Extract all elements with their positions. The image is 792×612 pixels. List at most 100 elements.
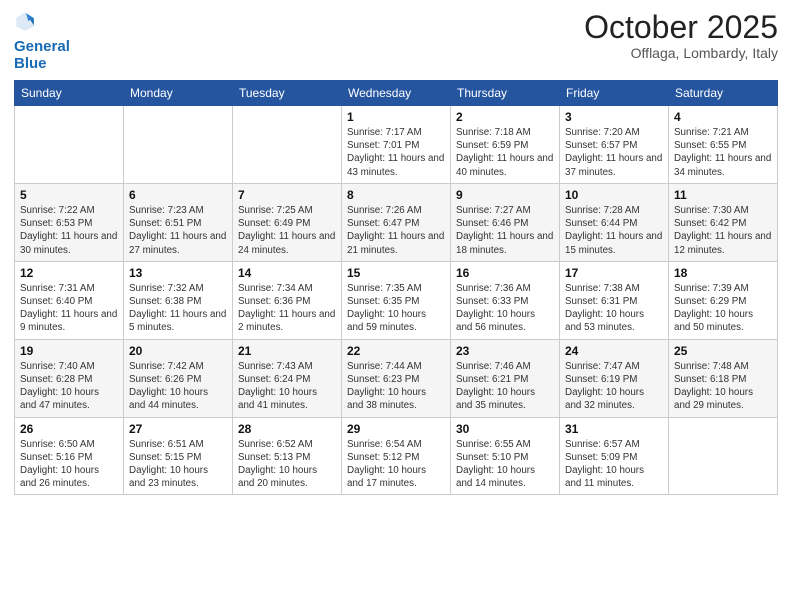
logo-line2: Blue [14, 55, 47, 72]
title-block: October 2025 Offlaga, Lombardy, Italy [584, 10, 778, 61]
calendar-cell: 19 Sunrise: 7:40 AM Sunset: 6:28 PM Dayli… [15, 339, 124, 417]
day-info: Sunrise: 6:51 AM Sunset: 5:15 PM Dayligh… [129, 438, 227, 491]
logo-icon [14, 10, 36, 32]
calendar-cell: 29 Sunrise: 6:54 AM Sunset: 5:12 PM Dayli… [342, 417, 451, 495]
calendar-cell: 14 Sunrise: 7:34 AM Sunset: 6:36 PM Dayli… [233, 261, 342, 339]
weekday-thursday: Thursday [451, 81, 560, 106]
day-info: Sunrise: 7:38 AM Sunset: 6:31 PM Dayligh… [565, 282, 663, 335]
day-number: 30 [456, 422, 554, 436]
weekday-monday: Monday [124, 81, 233, 106]
location-title: Offlaga, Lombardy, Italy [584, 45, 778, 61]
day-number: 25 [674, 344, 772, 358]
day-info: Sunrise: 6:54 AM Sunset: 5:12 PM Dayligh… [347, 438, 445, 491]
logo-text: General Blue [14, 39, 70, 72]
day-number: 19 [20, 344, 118, 358]
calendar-cell: 22 Sunrise: 7:44 AM Sunset: 6:23 PM Dayli… [342, 339, 451, 417]
day-number: 10 [565, 188, 663, 202]
day-info: Sunrise: 7:48 AM Sunset: 6:18 PM Dayligh… [674, 360, 772, 413]
day-number: 2 [456, 110, 554, 124]
day-info: Sunrise: 6:52 AM Sunset: 5:13 PM Dayligh… [238, 438, 336, 491]
calendar-cell: 18Sunrise: 7:39 AM Sunset: 6:29 PM Dayli… [669, 261, 778, 339]
calendar-cell: 24Sunrise: 7:47 AM Sunset: 6:19 PM Dayli… [560, 339, 669, 417]
weekday-tuesday: Tuesday [233, 81, 342, 106]
calendar-cell: 16 Sunrise: 7:36 AM Sunset: 6:33 PM Dayli… [451, 261, 560, 339]
calendar-cell: 10 Sunrise: 7:28 AM Sunset: 6:44 PM Dayli… [560, 183, 669, 261]
calendar-cell: 12 Sunrise: 7:31 AM Sunset: 6:40 PM Dayli… [15, 261, 124, 339]
weekday-friday: Friday [560, 81, 669, 106]
day-number: 29 [347, 422, 445, 436]
day-number: 22 [347, 344, 445, 358]
weekday-header-row: SundayMondayTuesdayWednesdayThursdayFrid… [15, 81, 778, 106]
calendar-cell: 30 Sunrise: 6:55 AM Sunset: 5:10 PM Dayli… [451, 417, 560, 495]
day-info: Sunrise: 7:18 AM Sunset: 6:59 PM Dayligh… [456, 126, 554, 179]
logo: General Blue [14, 10, 70, 72]
calendar-cell: 31 Sunrise: 6:57 AM Sunset: 5:09 PM Dayli… [560, 417, 669, 495]
calendar-cell: 1Sunrise: 7:17 AM Sunset: 7:01 PM Daylig… [342, 106, 451, 184]
calendar-cell: 3 Sunrise: 7:20 AM Sunset: 6:57 PM Daylig… [560, 106, 669, 184]
day-info: Sunrise: 7:32 AM Sunset: 6:38 PM Dayligh… [129, 282, 227, 335]
day-info: Sunrise: 7:40 AM Sunset: 6:28 PM Dayligh… [20, 360, 118, 413]
calendar-cell [669, 417, 778, 495]
day-number: 14 [238, 266, 336, 280]
day-info: Sunrise: 6:57 AM Sunset: 5:09 PM Dayligh… [565, 438, 663, 491]
day-number: 26 [20, 422, 118, 436]
day-number: 17 [565, 266, 663, 280]
day-number: 7 [238, 188, 336, 202]
week-row-2: 5Sunrise: 7:22 AM Sunset: 6:53 PM Daylig… [15, 183, 778, 261]
day-info: Sunrise: 7:36 AM Sunset: 6:33 PM Dayligh… [456, 282, 554, 335]
day-info: Sunrise: 7:42 AM Sunset: 6:26 PM Dayligh… [129, 360, 227, 413]
day-number: 5 [20, 188, 118, 202]
day-number: 15 [347, 266, 445, 280]
day-info: Sunrise: 6:50 AM Sunset: 5:16 PM Dayligh… [20, 438, 118, 491]
day-info: Sunrise: 7:30 AM Sunset: 6:42 PM Dayligh… [674, 204, 772, 257]
day-info: Sunrise: 7:44 AM Sunset: 6:23 PM Dayligh… [347, 360, 445, 413]
week-row-3: 12 Sunrise: 7:31 AM Sunset: 6:40 PM Dayli… [15, 261, 778, 339]
day-info: Sunrise: 7:31 AM Sunset: 6:40 PM Dayligh… [20, 282, 118, 335]
day-number: 11 [674, 188, 772, 202]
calendar-cell: 20 Sunrise: 7:42 AM Sunset: 6:26 PM Dayli… [124, 339, 233, 417]
day-info: Sunrise: 7:27 AM Sunset: 6:46 PM Dayligh… [456, 204, 554, 257]
day-number: 28 [238, 422, 336, 436]
day-number: 4 [674, 110, 772, 124]
day-info: Sunrise: 7:34 AM Sunset: 6:36 PM Dayligh… [238, 282, 336, 335]
calendar-cell: 8 Sunrise: 7:26 AM Sunset: 6:47 PM Daylig… [342, 183, 451, 261]
day-number: 8 [347, 188, 445, 202]
day-info: Sunrise: 7:39 AM Sunset: 6:29 PM Dayligh… [674, 282, 772, 335]
calendar-cell: 9 Sunrise: 7:27 AM Sunset: 6:46 PM Daylig… [451, 183, 560, 261]
day-info: Sunrise: 6:55 AM Sunset: 5:10 PM Dayligh… [456, 438, 554, 491]
calendar-cell [124, 106, 233, 184]
day-number: 13 [129, 266, 227, 280]
calendar-cell: 26 Sunrise: 6:50 AM Sunset: 5:16 PM Dayli… [15, 417, 124, 495]
calendar-cell: 28 Sunrise: 6:52 AM Sunset: 5:13 PM Dayli… [233, 417, 342, 495]
page-header: General Blue October 2025 Offlaga, Lomba… [14, 10, 778, 72]
calendar-cell: 7Sunrise: 7:25 AM Sunset: 6:49 PM Daylig… [233, 183, 342, 261]
day-info: Sunrise: 7:21 AM Sunset: 6:55 PM Dayligh… [674, 126, 772, 179]
day-info: Sunrise: 7:43 AM Sunset: 6:24 PM Dayligh… [238, 360, 336, 413]
calendar-cell: 5Sunrise: 7:22 AM Sunset: 6:53 PM Daylig… [15, 183, 124, 261]
day-number: 12 [20, 266, 118, 280]
day-number: 16 [456, 266, 554, 280]
day-info: Sunrise: 7:46 AM Sunset: 6:21 PM Dayligh… [456, 360, 554, 413]
calendar: SundayMondayTuesdayWednesdayThursdayFrid… [14, 80, 778, 495]
day-info: Sunrise: 7:47 AM Sunset: 6:19 PM Dayligh… [565, 360, 663, 413]
day-number: 9 [456, 188, 554, 202]
day-number: 21 [238, 344, 336, 358]
calendar-cell: 17 Sunrise: 7:38 AM Sunset: 6:31 PM Dayli… [560, 261, 669, 339]
day-info: Sunrise: 7:20 AM Sunset: 6:57 PM Dayligh… [565, 126, 663, 179]
week-row-1: 1Sunrise: 7:17 AM Sunset: 7:01 PM Daylig… [15, 106, 778, 184]
day-number: 20 [129, 344, 227, 358]
calendar-cell: 25 Sunrise: 7:48 AM Sunset: 6:18 PM Dayli… [669, 339, 778, 417]
day-number: 27 [129, 422, 227, 436]
weekday-sunday: Sunday [15, 81, 124, 106]
calendar-cell: 21 Sunrise: 7:43 AM Sunset: 6:24 PM Dayli… [233, 339, 342, 417]
day-number: 3 [565, 110, 663, 124]
calendar-cell: 11 Sunrise: 7:30 AM Sunset: 6:42 PM Dayli… [669, 183, 778, 261]
day-info: Sunrise: 7:26 AM Sunset: 6:47 PM Dayligh… [347, 204, 445, 257]
weekday-saturday: Saturday [669, 81, 778, 106]
calendar-body: 1Sunrise: 7:17 AM Sunset: 7:01 PM Daylig… [15, 106, 778, 495]
day-number: 31 [565, 422, 663, 436]
weekday-wednesday: Wednesday [342, 81, 451, 106]
week-row-4: 19 Sunrise: 7:40 AM Sunset: 6:28 PM Dayli… [15, 339, 778, 417]
day-info: Sunrise: 7:28 AM Sunset: 6:44 PM Dayligh… [565, 204, 663, 257]
calendar-cell [233, 106, 342, 184]
